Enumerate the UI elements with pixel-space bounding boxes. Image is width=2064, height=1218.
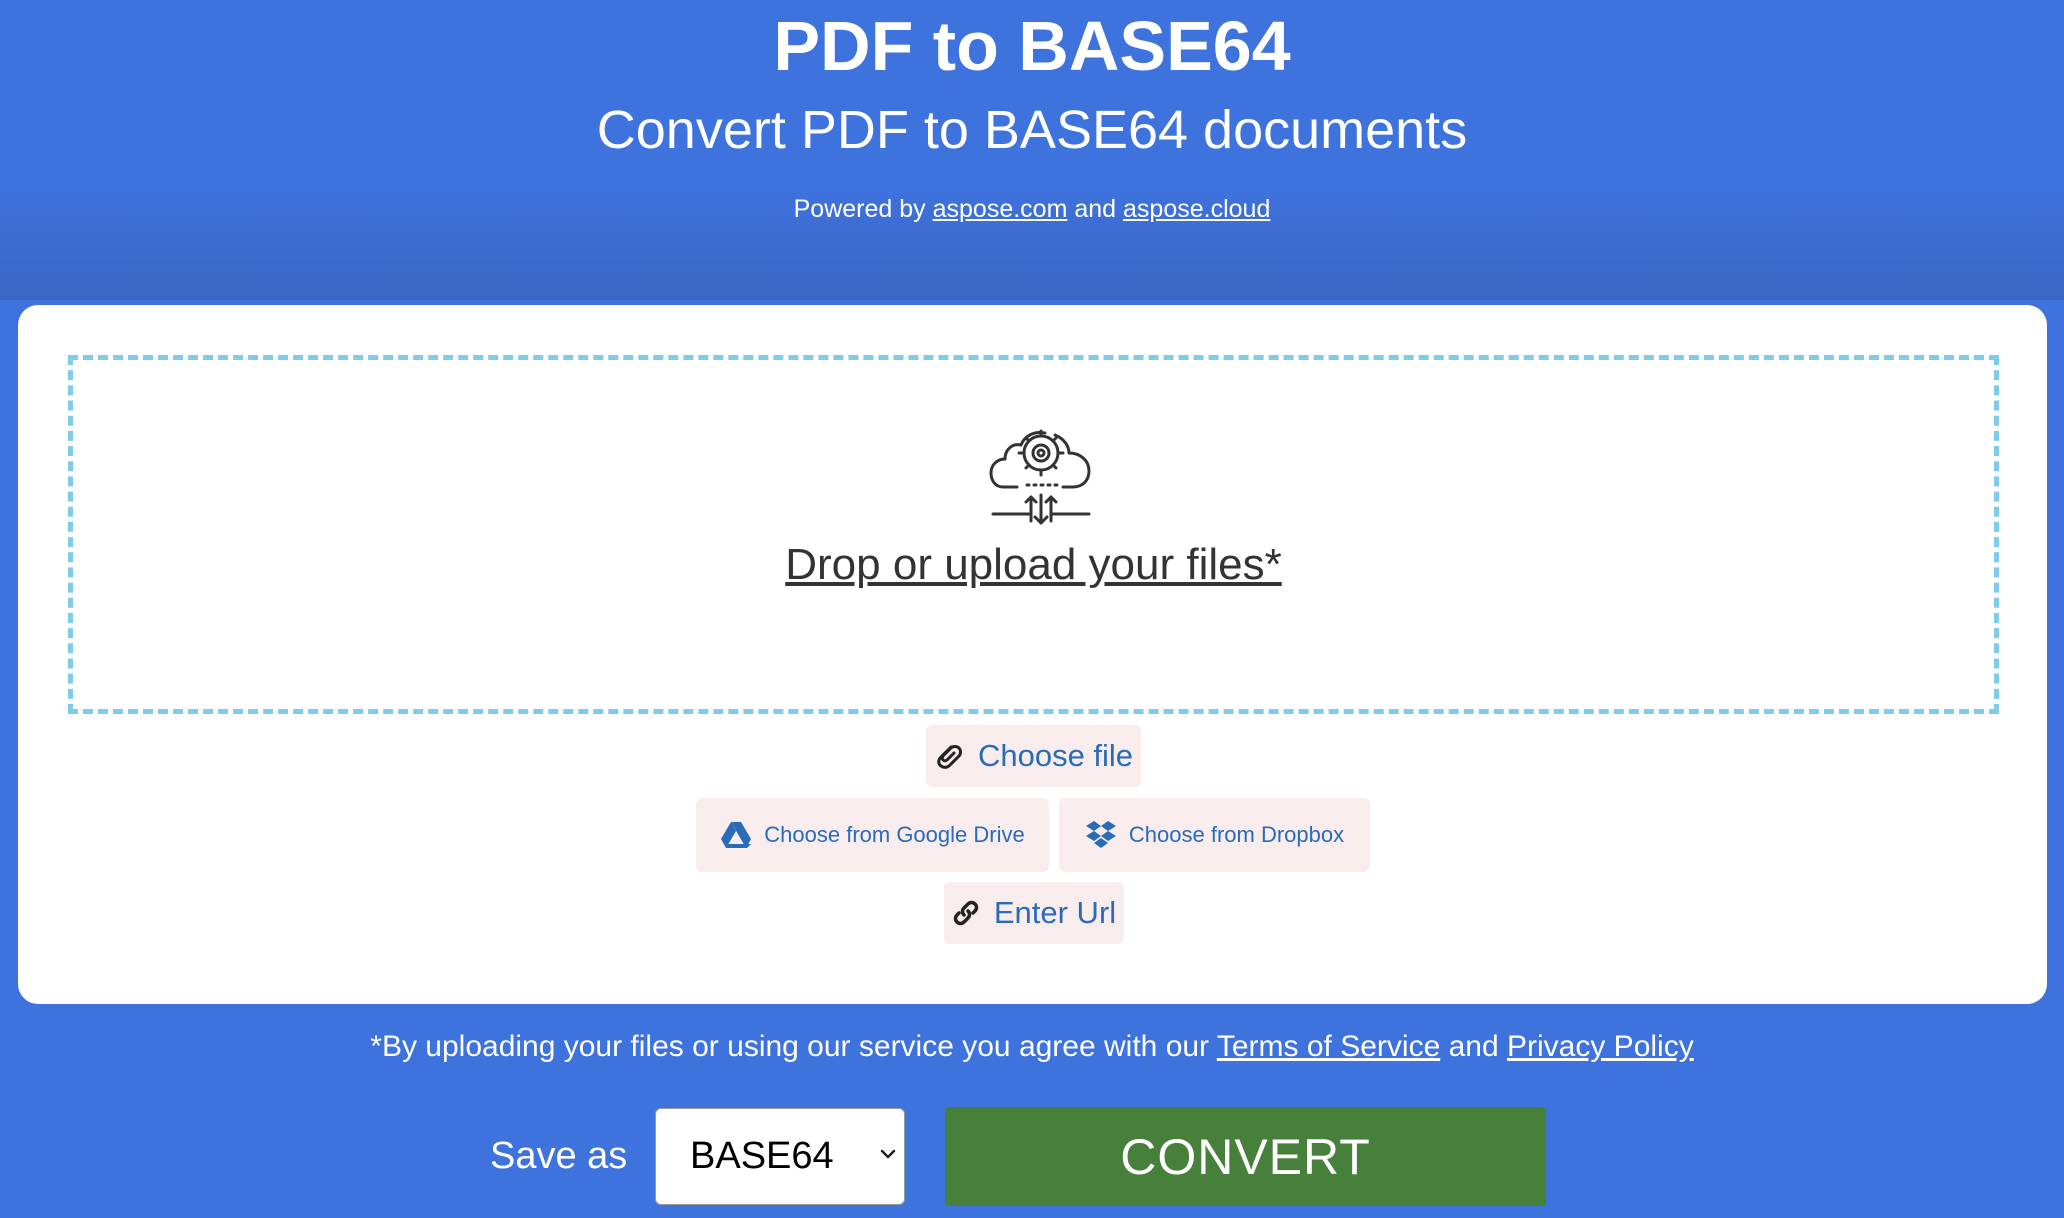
powered-prefix: Powered by: [793, 195, 926, 223]
drop-upload-label[interactable]: Drop or upload your files*: [73, 538, 1994, 592]
page-title: PDF to BASE64: [773, 7, 1291, 85]
dropbox-label: Choose from Dropbox: [1128, 822, 1345, 847]
dropbox-button[interactable]: Choose from Dropbox: [1059, 798, 1370, 872]
powered-and: and: [1074, 195, 1117, 223]
terms-of-service-link[interactable]: Terms of Service: [1217, 1030, 1440, 1063]
cloud-gear-icon: [989, 429, 1091, 525]
paperclip-icon: [937, 745, 962, 769]
enter-url-label: Enter Url: [993, 895, 1117, 930]
terms-agreement: *By uploading your files or using our se…: [0, 1028, 2064, 1066]
choose-file-label: Choose file: [977, 738, 1134, 773]
convert-button[interactable]: CONVERT: [945, 1107, 1546, 1206]
link-icon: [953, 900, 979, 926]
header: PDF to BASE64 Convert PDF to BASE64 docu…: [0, 0, 2064, 300]
google-drive-button[interactable]: Choose from Google Drive: [696, 798, 1049, 872]
save-as-label: Save as: [490, 1135, 628, 1177]
privacy-policy-link[interactable]: Privacy Policy: [1507, 1030, 1694, 1063]
dropbox-icon: [1085, 821, 1116, 848]
agreement-text: *By uploading your files or using our se…: [370, 1030, 1210, 1063]
agreement-and: and: [1448, 1030, 1499, 1063]
drop-zone[interactable]: Drop or upload your files*: [68, 355, 1999, 714]
format-select-value: BASE64: [690, 1135, 834, 1177]
google-drive-label: Choose from Google Drive: [764, 822, 1025, 847]
aspose-com-link[interactable]: aspose.com: [933, 195, 1068, 223]
enter-url-button[interactable]: Enter Url: [944, 882, 1124, 944]
google-drive-icon: [721, 822, 752, 848]
format-select[interactable]: BASE64: [655, 1108, 905, 1205]
powered-by: Powered by aspose.com and aspose.cloud: [0, 192, 2064, 226]
choose-file-button[interactable]: Choose file: [926, 725, 1141, 787]
chevron-down-icon: [880, 1149, 896, 1159]
upload-card: Drop or upload your files* Choose file C…: [18, 305, 2047, 1004]
aspose-cloud-link[interactable]: aspose.cloud: [1123, 195, 1270, 223]
page-subtitle: Convert PDF to BASE64 documents: [596, 100, 1468, 160]
